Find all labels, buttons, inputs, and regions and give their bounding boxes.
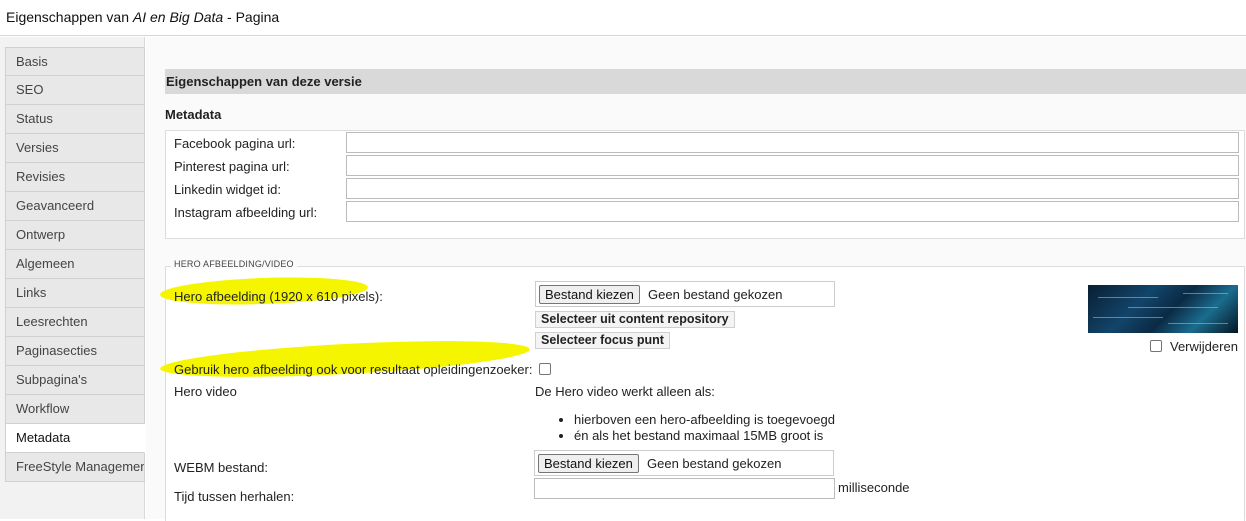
title-prefix: Eigenschappen van <box>6 9 133 25</box>
remove-image-checkbox[interactable] <box>1150 340 1162 352</box>
pinterest-url-input[interactable] <box>346 155 1239 176</box>
pinterest-url-label: Pinterest pagina url: <box>174 159 290 174</box>
video-conditions-list: hierboven een hero-afbeelding is toegevo… <box>552 412 835 444</box>
choose-file-button[interactable]: Bestand kiezen <box>538 454 639 473</box>
title-page-name: AI en Big Data <box>132 9 224 25</box>
remove-image-label: Verwijderen <box>1170 339 1238 354</box>
no-file-text: Geen bestand gekozen <box>647 456 782 471</box>
use-hero-label: Gebruik hero afbeelding ook voor resulta… <box>174 362 533 377</box>
webm-file-input[interactable]: Bestand kiezen Geen bestand gekozen <box>534 450 834 476</box>
tab-paginasecties[interactable]: Paginasecties <box>5 337 145 366</box>
sidebar-tabs: Basis SEO Status Versies Revisies Geavanceerd… <box>5 47 145 482</box>
facebook-url-label: Facebook pagina url: <box>174 136 296 151</box>
list-item: én als het bestand maximaal 15MB groot i… <box>574 428 835 444</box>
facebook-url-input[interactable] <box>346 132 1239 153</box>
window-title: Eigenschappen van AI en Big Data - Pagin… <box>6 9 279 25</box>
use-hero-checkbox[interactable] <box>539 363 551 375</box>
tab-versies[interactable]: Versies <box>5 134 145 163</box>
hero-legend: HERO AFBEELDING/VIDEO <box>171 259 297 269</box>
tab-algemeen[interactable]: Algemeen <box>5 250 145 279</box>
list-item: hierboven een hero-afbeelding is toegevo… <box>574 412 835 428</box>
hero-image-file-input[interactable]: Bestand kiezen Geen bestand gekozen <box>535 281 835 307</box>
linkedin-widget-row: Linkedin widget id: <box>166 177 1244 200</box>
main-panel: Eigenschappen van deze versie Metadata F… <box>146 37 1246 521</box>
hero-image-thumbnail <box>1088 285 1238 333</box>
hero-video-label: Hero video <box>174 384 237 399</box>
title-suffix: - Pagina <box>223 9 280 25</box>
sidebar: Basis SEO Status Versies Revisies Geavanceerd… <box>0 37 145 519</box>
instagram-url-row: Instagram afbeelding url: <box>166 200 1244 223</box>
window-titlebar: Eigenschappen van AI en Big Data - Pagin… <box>0 0 1246 36</box>
section-header: Eigenschappen van deze versie <box>165 69 1246 94</box>
tab-seo[interactable]: SEO <box>5 76 145 105</box>
select-focus-point-button[interactable]: Selecteer focus punt <box>535 332 670 349</box>
tab-status[interactable]: Status <box>5 105 145 134</box>
tab-geavanceerd[interactable]: Geavanceerd <box>5 192 145 221</box>
tab-metadata[interactable]: Metadata <box>5 424 145 453</box>
metadata-fields: Facebook pagina url: Pinterest pagina ur… <box>165 130 1245 239</box>
repeat-time-unit: milliseconde <box>838 480 910 495</box>
repeat-time-input[interactable] <box>534 478 835 499</box>
hero-image-label: Hero afbeelding (1920 x 610 pixels): <box>174 289 383 304</box>
tab-freestyle-management[interactable]: FreeStyle Management <box>5 453 145 482</box>
tab-workflow[interactable]: Workflow <box>5 395 145 424</box>
tab-revisies[interactable]: Revisies <box>5 163 145 192</box>
no-file-text: Geen bestand gekozen <box>648 287 783 302</box>
facebook-url-row: Facebook pagina url: <box>166 131 1244 154</box>
instagram-url-input[interactable] <box>346 201 1239 222</box>
hero-fieldset: HERO AFBEELDING/VIDEO Hero afbeelding (1… <box>159 259 1245 521</box>
choose-file-button[interactable]: Bestand kiezen <box>539 285 640 304</box>
linkedin-widget-input[interactable] <box>346 178 1239 199</box>
tab-basis[interactable]: Basis <box>5 47 145 76</box>
instagram-url-label: Instagram afbeelding url: <box>174 205 318 220</box>
hero-video-note: De Hero video werkt alleen als: <box>535 384 715 399</box>
select-repository-button[interactable]: Selecteer uit content repository <box>535 311 735 328</box>
tab-leesrechten[interactable]: Leesrechten <box>5 308 145 337</box>
pinterest-url-row: Pinterest pagina url: <box>166 154 1244 177</box>
tab-subpagina-s[interactable]: Subpagina's <box>5 366 145 395</box>
section-subtitle: Metadata <box>165 107 222 122</box>
webm-label: WEBM bestand: <box>174 460 268 475</box>
repeat-time-label: Tijd tussen herhalen: <box>174 489 295 504</box>
tab-ontwerp[interactable]: Ontwerp <box>5 221 145 250</box>
linkedin-widget-label: Linkedin widget id: <box>174 182 281 197</box>
tab-links[interactable]: Links <box>5 279 145 308</box>
